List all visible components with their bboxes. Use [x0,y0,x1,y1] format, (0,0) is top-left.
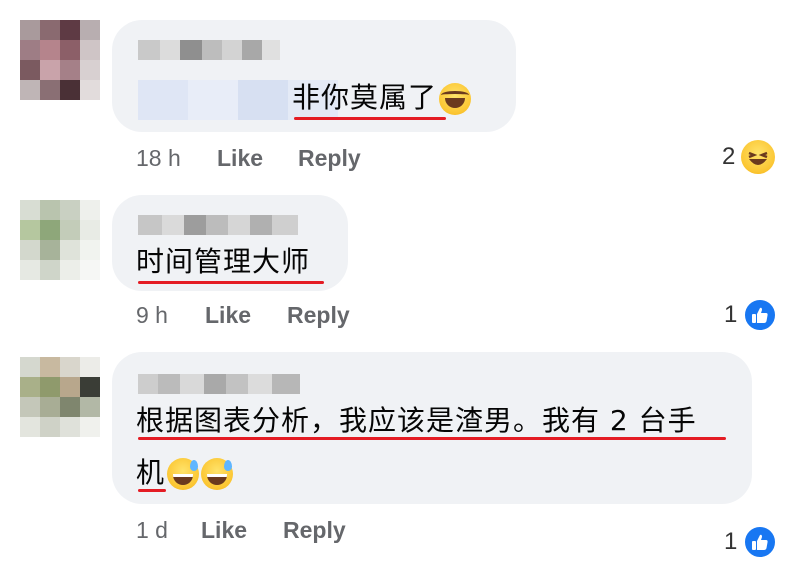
reaction-summary[interactable]: 1 [724,298,778,332]
comment-text: 时间管理大师 [136,245,311,278]
red-underline [294,117,446,120]
commenter-name-blurred[interactable] [138,374,300,394]
reaction-count: 2 [722,143,736,170]
avatar[interactable] [20,20,100,100]
grinning-sweat-emoji-icon [167,458,200,490]
avatar[interactable] [20,357,100,437]
reaction-summary[interactable]: 2 [722,140,776,174]
like-button[interactable]: Like [217,145,263,172]
like-button[interactable]: Like [201,517,247,544]
avatar[interactable] [20,200,100,280]
red-underline [138,281,324,284]
timestamp: 1 d [136,517,168,543]
haha-icon [741,140,776,174]
comment-text: 非你莫属了 [292,76,472,120]
like-button[interactable]: Like [205,302,251,329]
reaction-count: 1 [724,301,738,328]
like-icon [743,525,778,559]
reaction-summary[interactable]: 1 [724,525,778,559]
red-underline [138,489,166,492]
reply-button[interactable]: Reply [287,302,350,329]
commenter-name-blurred[interactable] [138,215,298,235]
laughing-tears-emoji-icon [439,83,472,115]
red-underline [138,437,726,440]
reply-button[interactable]: Reply [283,517,346,544]
timestamp: 9 h [136,302,168,328]
reaction-count: 1 [724,528,738,555]
reply-button[interactable]: Reply [298,145,361,172]
grinning-sweat-emoji-icon [201,458,234,490]
timestamp: 18 h [136,145,181,171]
commenter-name-blurred[interactable] [138,40,280,60]
like-icon [743,298,778,332]
